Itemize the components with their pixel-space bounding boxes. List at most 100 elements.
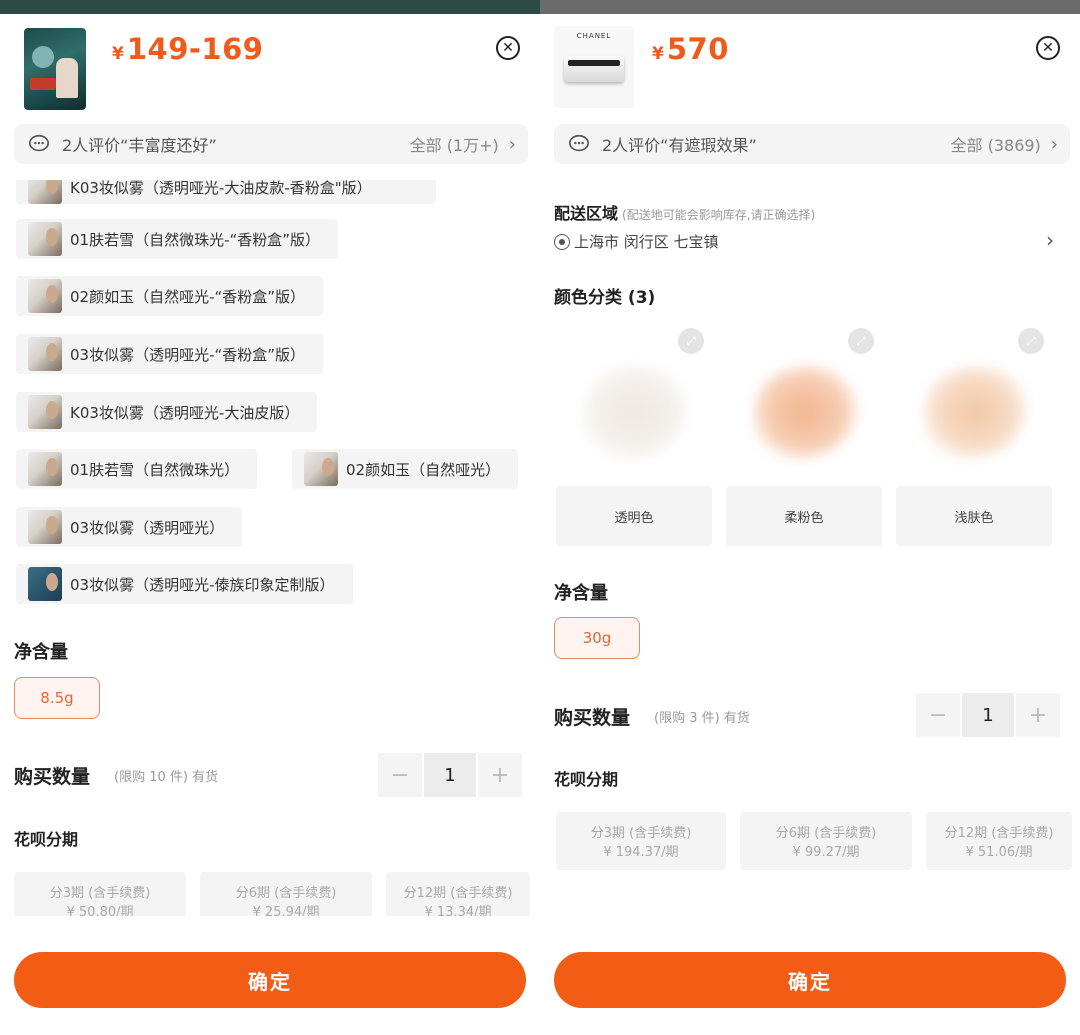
review-summary-text: 2人评价“有遮瑕效果”	[602, 136, 757, 155]
quantity-label: 购买数量	[554, 707, 631, 729]
background-strip	[0, 0, 540, 14]
minus-icon: −	[928, 702, 948, 728]
net-content-option[interactable]: 30g	[554, 617, 640, 659]
variant-label: 03妆似雾（透明哑光）	[70, 518, 225, 537]
variant-option[interactable]: 03妆似雾（透明哑光）	[16, 507, 243, 547]
plus-icon: +	[490, 762, 510, 788]
review-summary-text: 2人评价“丰富度还好”	[62, 136, 217, 155]
close-icon: ✕	[502, 40, 514, 56]
location-icon	[554, 233, 570, 250]
shipping-address[interactable]: 上海市 闵行区 七宝镇	[554, 231, 719, 252]
right-sku-panel: CHANEL ¥570 ✕ 2人评价“有遮瑕效果” 全部 (3869) › 配送区…	[540, 0, 1080, 1035]
variant-label: 02颜如玉（自然哑光-“香粉盒”版）	[70, 287, 306, 306]
expand-icon[interactable]: ⤢	[1018, 328, 1044, 354]
variant-option[interactable]: 02颜如玉（自然哑光）	[292, 449, 519, 489]
installment-option[interactable]: 分3期 (含手续费) ¥ 194.37/期	[556, 812, 726, 870]
installment-title: 花呗分期	[14, 830, 79, 849]
background-strip	[540, 0, 1080, 14]
variant-thumbnail	[28, 452, 62, 486]
chevron-right-icon: ›	[508, 133, 516, 155]
installment-label: 分12期 (含手续费)	[403, 886, 513, 901]
chevron-right-icon[interactable]: ›	[1046, 228, 1054, 252]
shipping-area-label: 配送区域	[554, 204, 619, 223]
review-summary-bar[interactable]: 2人评价“丰富度还好” 全部 (1万+) ›	[14, 124, 528, 164]
review-all-link[interactable]: 全部 (1万+)	[410, 132, 499, 156]
quantity-stepper[interactable]: − 1 +	[916, 693, 1060, 737]
left-sku-panel: ¥149-169 ✕ 2人评价“丰富度还好” 全部 (1万+) › K03妆似雾（…	[0, 0, 540, 1035]
variant-thumbnail	[28, 510, 62, 544]
swatch-texture	[752, 364, 858, 460]
minus-icon: −	[390, 762, 410, 788]
currency-symbol: ¥	[112, 44, 124, 64]
swatch-texture	[922, 364, 1028, 460]
close-button[interactable]: ✕	[496, 36, 520, 60]
chevron-right-icon: ›	[1050, 133, 1058, 155]
increment-button[interactable]: +	[478, 753, 522, 797]
variant-thumbnail	[28, 395, 62, 429]
installment-title: 花呗分期	[554, 770, 619, 789]
variant-label: 01肤若雪（自然微珠光）	[70, 460, 240, 479]
color-option[interactable]: 透明色	[556, 486, 712, 546]
variant-label: 02颜如玉（自然哑光）	[346, 460, 501, 479]
installment-label: 分12期 (含手续费)	[944, 826, 1054, 841]
net-content-option[interactable]: 8.5g	[14, 677, 100, 719]
variant-thumbnail	[28, 180, 62, 204]
review-summary-bar[interactable]: 2人评价“有遮瑕效果” 全部 (3869) ›	[554, 124, 1070, 164]
quantity-value[interactable]: 1	[962, 693, 1014, 737]
product-thumbnail	[24, 28, 86, 110]
color-swatch-image[interactable]: ⤢	[896, 326, 1052, 482]
variant-label: 01肤若雪（自然微珠光-“香粉盒”版）	[70, 230, 321, 249]
variant-option[interactable]: K03妆似雾（透明哑光-大油皮款-香粉盒"版）	[16, 178, 436, 204]
installment-option[interactable]: 分12期 (含手续费) ¥ 51.06/期	[926, 812, 1072, 870]
variant-thumbnail	[28, 279, 62, 313]
installment-row: 分3期 (含手续费) ¥ 194.37/期 分6期 (含手续费) ¥ 99.27/期…	[540, 806, 1080, 878]
quantity-stepper[interactable]: − 1 +	[378, 753, 522, 797]
installment-amount: ¥ 50.80/期	[66, 905, 134, 916]
net-content-title: 净含量	[554, 583, 608, 604]
close-icon: ✕	[1042, 40, 1054, 56]
installment-option[interactable]: 分6期 (含手续费) ¥ 99.27/期	[740, 812, 912, 870]
variant-option[interactable]: 02颜如玉（自然哑光-“香粉盒”版）	[16, 276, 324, 316]
quantity-limit-note: (限购 3 件) 有货	[654, 711, 750, 726]
variant-label: 03妆似雾（透明哑光-傣族印象定制版）	[70, 575, 335, 594]
installment-amount: ¥ 99.27/期	[792, 845, 860, 860]
color-swatch-image[interactable]: ⤢	[726, 326, 882, 482]
increment-button[interactable]: +	[1016, 693, 1060, 737]
variant-thumbnail	[28, 567, 62, 601]
variant-thumbnail	[304, 452, 338, 486]
installment-amount: ¥ 25.94/期	[252, 905, 320, 916]
installment-amount: ¥ 194.37/期	[603, 845, 679, 860]
confirm-button[interactable]: 确定	[14, 952, 526, 1008]
installment-label: 分6期 (含手续费)	[775, 826, 877, 841]
variant-option[interactable]: K03妆似雾（透明哑光-大油皮版）	[16, 392, 318, 432]
color-option[interactable]: 柔粉色	[726, 486, 882, 546]
net-content-title: 净含量	[14, 642, 68, 663]
variant-label: K03妆似雾（透明哑光-大油皮版）	[70, 403, 300, 422]
installment-option[interactable]: 分6期 (含手续费) ¥ 25.94/期	[200, 872, 372, 916]
price-amount: 149-169	[126, 32, 264, 66]
confirm-button[interactable]: 确定	[554, 952, 1066, 1008]
installment-amount: ¥ 51.06/期	[965, 845, 1033, 860]
expand-icon[interactable]: ⤢	[848, 328, 874, 354]
variant-option[interactable]: 03妆似雾（透明哑光-“香粉盒”版）	[16, 334, 324, 374]
variant-option[interactable]: 01肤若雪（自然微珠光-“香粉盒”版）	[16, 219, 339, 259]
installment-option[interactable]: 分3期 (含手续费) ¥ 50.80/期	[14, 872, 186, 916]
expand-icon[interactable]: ⤢	[678, 328, 704, 354]
installment-label: 分3期 (含手续费)	[49, 886, 151, 901]
variant-thumbnail	[28, 222, 62, 256]
chat-bubble-icon	[569, 134, 589, 152]
color-option[interactable]: 浅肤色	[896, 486, 1052, 546]
quantity-label: 购买数量	[14, 766, 91, 788]
color-swatch-image[interactable]: ⤢	[556, 326, 712, 482]
variant-option[interactable]: 03妆似雾（透明哑光-傣族印象定制版）	[16, 564, 353, 604]
quantity-value[interactable]: 1	[424, 753, 476, 797]
review-all-link[interactable]: 全部 (3869)	[951, 132, 1041, 156]
close-button[interactable]: ✕	[1036, 36, 1060, 60]
variant-label: K03妆似雾（透明哑光-大油皮款-香粉盒"版）	[70, 178, 372, 197]
installment-option[interactable]: 分12期 (含手续费) ¥ 13.34/期	[386, 872, 530, 916]
plus-icon: +	[1028, 702, 1048, 728]
decrement-button[interactable]: −	[916, 693, 960, 737]
shipping-area-note: (配送地可能会影响库存,请正确选择)	[622, 208, 816, 222]
decrement-button[interactable]: −	[378, 753, 422, 797]
variant-option[interactable]: 01肤若雪（自然微珠光）	[16, 449, 258, 489]
